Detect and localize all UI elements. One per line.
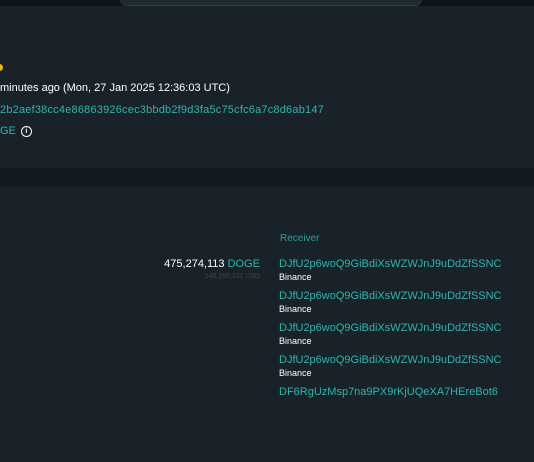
info-icon[interactable]: i [20, 125, 32, 137]
receiver-item: DJfU2p6woQ9GiBdiXsWZWJnJ9uDdZfSSNC Binan… [279, 321, 529, 347]
amount-usd: 148,296,211 USD [204, 273, 260, 280]
fee-row: GE i [0, 125, 32, 137]
transfer-amount: 475,274,113 DOGE [150, 258, 260, 270]
receiver-address-link[interactable]: DJfU2p6woQ9GiBdiXsWZWJnJ9uDdZfSSNC [279, 257, 529, 271]
transaction-time: minutes ago (Mon, 27 Jan 2025 12:36:03 U… [0, 82, 230, 94]
receiver-label: Binance [279, 304, 312, 314]
receiver-item: DF6RgUzMsp7na9PX9rKjUQeXA7HEreBot6 [279, 385, 529, 399]
transaction-page: minutes ago (Mon, 27 Jan 2025 12:36:03 U… [0, 0, 534, 462]
receiver-item: DJfU2p6woQ9GiBdiXsWZWJnJ9uDdZfSSNC Binan… [279, 289, 529, 315]
receiver-label: Binance [279, 272, 312, 282]
amount-unit-link[interactable]: DOGE [228, 258, 260, 270]
receiver-label: Binance [279, 336, 312, 346]
receiver-address-link[interactable]: DJfU2p6woQ9GiBdiXsWZWJnJ9uDdZfSSNC [279, 353, 529, 367]
panel-divider [0, 168, 534, 186]
amount-value: 475,274,113 [164, 258, 225, 270]
receiver-address-link[interactable]: DJfU2p6woQ9GiBdiXsWZWJnJ9uDdZfSSNC [279, 321, 529, 335]
receiver-label: Binance [279, 368, 312, 378]
receiver-item: DJfU2p6woQ9GiBdiXsWZWJnJ9uDdZfSSNC Binan… [279, 257, 529, 283]
fee-unit[interactable]: GE [0, 125, 16, 137]
receiver-address-link[interactable]: DJfU2p6woQ9GiBdiXsWZWJnJ9uDdZfSSNC [279, 289, 529, 303]
receiver-item: DJfU2p6woQ9GiBdiXsWZWJnJ9uDdZfSSNC Binan… [279, 353, 529, 379]
transaction-hash-link[interactable]: 2b2aef38cc4e86863926cec3bbdb2f9d3fa5c75c… [0, 104, 324, 116]
receiver-address-link[interactable]: DF6RgUzMsp7na9PX9rKjUQeXA7HEreBot6 [279, 385, 529, 399]
receiver-list: DJfU2p6woQ9GiBdiXsWZWJnJ9uDdZfSSNC Binan… [279, 257, 529, 399]
receiver-column-header: Receiver [280, 233, 320, 244]
